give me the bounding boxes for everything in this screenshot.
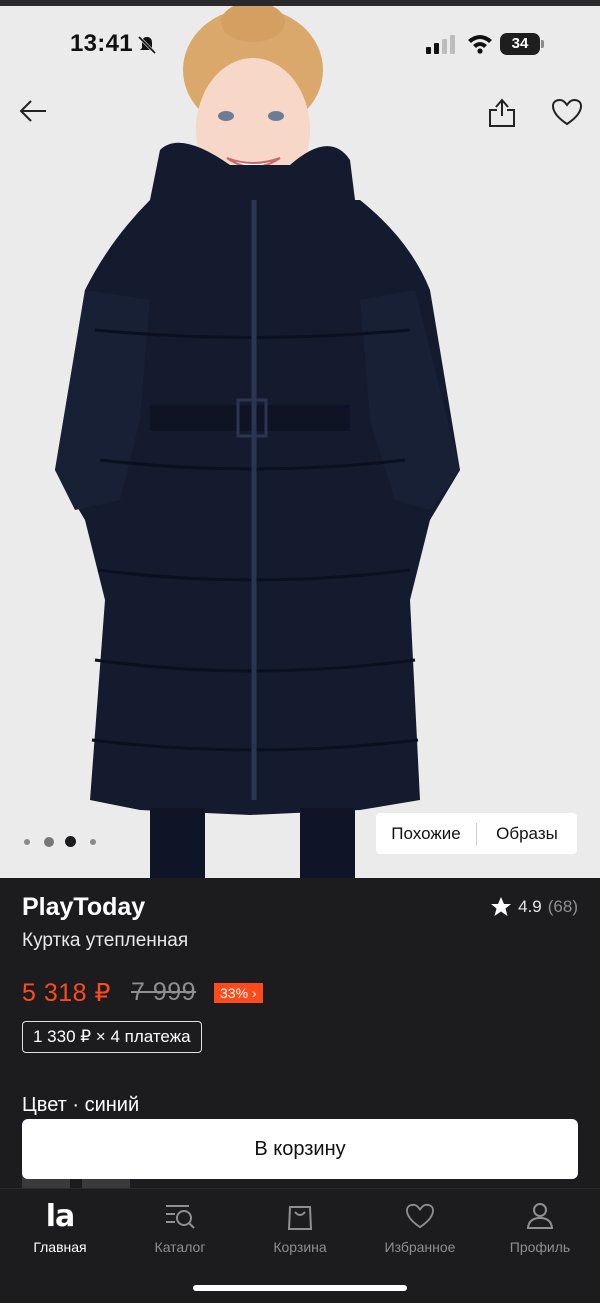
current-price: 5 318 ₽ <box>22 979 111 1007</box>
tab-label: Профиль <box>509 1239 571 1255</box>
tab-catalog[interactable]: Каталог <box>130 1199 230 1269</box>
battery-level: 34 <box>500 33 540 55</box>
tab-favorites[interactable]: Избранное <box>370 1199 470 1269</box>
looks-button[interactable]: Образы <box>477 824 577 844</box>
discount-badge[interactable]: 33% › <box>214 983 263 1003</box>
battery-icon: 34 <box>500 33 546 55</box>
tab-label: Каталог <box>154 1239 206 1255</box>
old-price: 7 999 <box>131 978 197 1006</box>
tab-label: Избранное <box>384 1239 456 1255</box>
arrow-left-icon <box>19 100 46 122</box>
star-icon <box>491 897 512 916</box>
add-to-cart-button[interactable]: В корзину <box>22 1119 578 1179</box>
share-button[interactable] <box>482 92 522 132</box>
cellular-signal-icon <box>426 35 455 54</box>
share-icon <box>489 98 515 127</box>
product-title: Куртка утепленная <box>22 930 189 951</box>
similar-looks-switch: Похожие Образы <box>376 813 577 854</box>
product-screen: 13:41 34 Похожие Образы PlayToday 4.9 (6… <box>0 0 600 1303</box>
rating-count: (68) <box>547 896 578 916</box>
back-button[interactable] <box>14 92 52 130</box>
status-bar: 13:41 34 <box>0 22 600 66</box>
bag-icon <box>287 1206 313 1230</box>
product-image-gallery[interactable]: 13:41 34 Похожие Образы <box>0 0 600 878</box>
gallery-dot-active[interactable] <box>65 836 76 847</box>
color-label: Цвет · синий <box>22 1094 140 1116</box>
rating-value: 4.9 <box>518 896 542 916</box>
similar-button[interactable]: Похожие <box>376 824 476 844</box>
tab-cart[interactable]: Корзина <box>250 1199 350 1269</box>
gallery-pagination[interactable] <box>22 835 112 849</box>
gallery-dot[interactable] <box>24 839 30 845</box>
wifi-icon <box>468 35 492 54</box>
status-bar-edge <box>0 0 600 6</box>
product-brand[interactable]: PlayToday <box>22 893 145 922</box>
gallery-dot[interactable] <box>90 839 96 845</box>
favorite-button[interactable] <box>546 92 588 132</box>
heart-icon <box>551 98 583 126</box>
home-indicator[interactable] <box>193 1285 407 1291</box>
tab-label: Корзина <box>273 1239 327 1255</box>
profile-icon <box>526 1203 554 1229</box>
installment-badge[interactable]: 1 330 ₽ × 4 платежа <box>22 1021 202 1053</box>
gallery-dot[interactable] <box>44 837 54 847</box>
tab-label: Главная <box>33 1239 87 1255</box>
tab-profile[interactable]: Профиль <box>490 1199 590 1269</box>
status-time: 13:41 <box>70 30 133 57</box>
tab-home[interactable]: la Главная <box>10 1199 110 1269</box>
heart-icon <box>406 1203 434 1229</box>
bell-muted-icon <box>137 35 157 55</box>
la-logo-icon: la <box>45 1198 76 1234</box>
catalog-search-icon <box>166 1205 195 1229</box>
product-rating[interactable]: 4.9 (68) <box>490 896 578 917</box>
